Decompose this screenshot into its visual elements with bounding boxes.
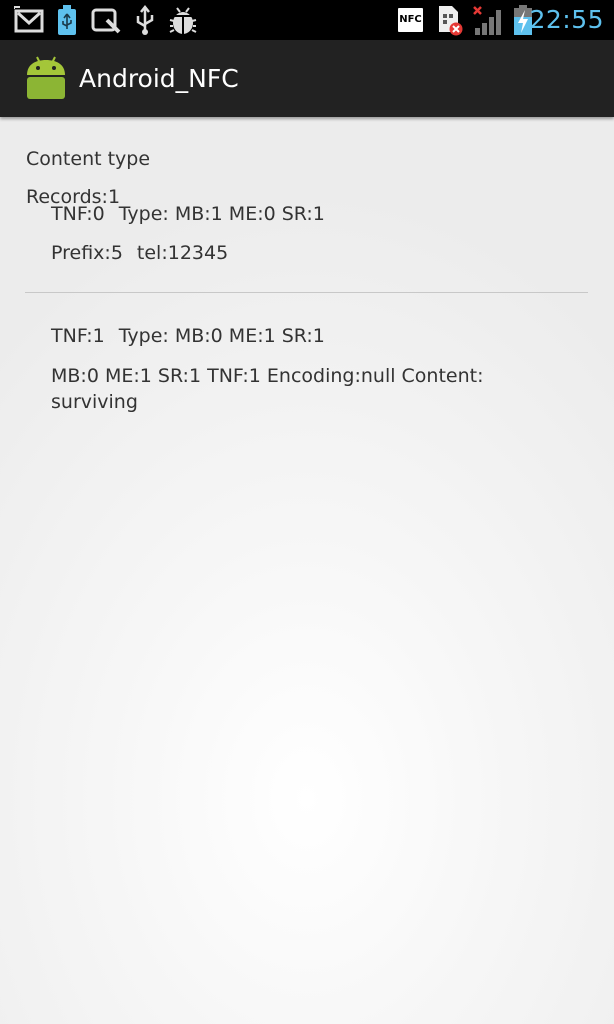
record-tnf: TNF:0: [51, 203, 105, 225]
nfc-icon[interactable]: NFC: [398, 8, 423, 32]
record-header: TNF:0 Type: MB:1 ME:0 SR:1: [51, 201, 325, 227]
gmail-icon[interactable]: [14, 4, 44, 36]
signal-no-service-icon[interactable]: [472, 4, 506, 36]
android-robot-icon[interactable]: [24, 55, 68, 101]
record-detail: MB:0 ME:1 SR:1 TNF:1 Encoding:null Conte…: [51, 365, 484, 413]
record-value: tel:12345: [136, 242, 229, 264]
quickmemo-icon[interactable]: [90, 4, 122, 36]
no-sim-icon[interactable]: [436, 4, 464, 36]
action-bar: Android_NFC: [0, 40, 614, 117]
debug-icon[interactable]: [168, 4, 198, 36]
record-type-flags: Type: MB:0 ME:1 SR:1: [118, 325, 325, 347]
clock: 22:55: [529, 5, 604, 34]
record-tnf: TNF:1: [51, 325, 105, 347]
status-bar: NFC 22:55: [0, 0, 614, 40]
usb-storage-icon[interactable]: [56, 4, 78, 36]
app-title: Android_NFC: [79, 64, 239, 93]
content-type-label: Content type: [26, 148, 151, 170]
record-prefix: Prefix:5: [51, 242, 123, 264]
record-header: TNF:1 Type: MB:0 ME:1 SR:1: [51, 323, 325, 349]
record-type-flags: Type: MB:1 ME:0 SR:1: [118, 203, 325, 225]
divider: [25, 292, 588, 293]
usb-icon[interactable]: [134, 4, 156, 36]
record-payload: Prefix:5 tel:12345: [51, 240, 228, 266]
